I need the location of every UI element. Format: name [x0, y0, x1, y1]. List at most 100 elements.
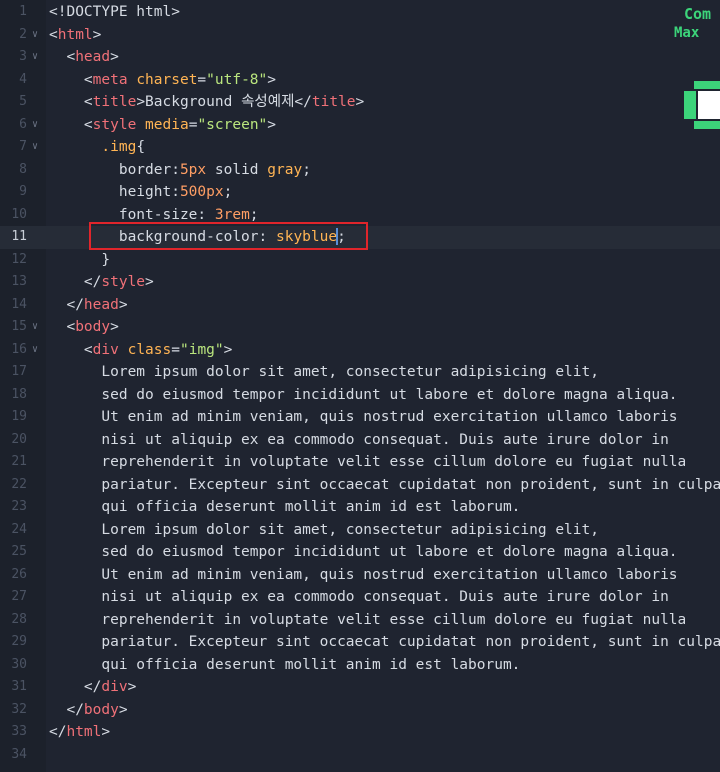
code-text[interactable]: pariatur. Excepteur sint occaecat cupida…: [49, 631, 720, 654]
code-line[interactable]: 15 ∨ <body>: [0, 316, 720, 339]
line-number: 25: [11, 544, 27, 559]
fold-chevron-icon[interactable]: ∨: [32, 316, 38, 339]
line-number: 12: [11, 251, 27, 267]
code-text[interactable]: <body>: [49, 316, 118, 339]
code-line[interactable]: 13 </style>: [0, 271, 720, 294]
code-line[interactable]: 2 ∨ <html>: [0, 24, 720, 47]
code-text[interactable]: </style>: [49, 271, 154, 294]
code-line[interactable]: 17 Lorem ipsum dolor sit amet, consectet…: [0, 361, 720, 384]
code-line[interactable]: 18 sed do eiusmod tempor incididunt ut l…: [0, 384, 720, 407]
line-number: 32: [11, 701, 27, 717]
line-number: 5: [19, 94, 27, 109]
code-line[interactable]: 12 }: [0, 249, 720, 272]
line-number: 22: [11, 476, 27, 492]
code-text[interactable]: sed do eiusmod tempor incididunt ut labo…: [49, 541, 677, 564]
code-line[interactable]: 21 reprehenderit in voluptate velit esse…: [0, 451, 720, 474]
line-number: 21: [11, 454, 27, 469]
line-number: 8: [19, 161, 27, 177]
fold-chevron-icon[interactable]: ∨: [32, 46, 38, 69]
code-line[interactable]: 9 height:500px;: [0, 181, 720, 204]
line-number: 33: [11, 724, 27, 739]
minimap-label-top: Com: [684, 5, 712, 23]
code-text[interactable]: <title>Background 속성예제</title>: [49, 91, 364, 114]
highlight-annotation-box: [89, 222, 368, 250]
code-line[interactable]: 31 </div>: [0, 676, 720, 699]
line-number: 34: [11, 746, 27, 762]
code-line[interactable]: 5 <title>Background 속성예제</title>: [0, 91, 720, 114]
code-line[interactable]: 29 pariatur. Excepteur sint occaecat cup…: [0, 631, 720, 654]
code-text[interactable]: qui officia deserunt mollit anim id est …: [49, 496, 520, 519]
line-number: 30: [11, 656, 27, 672]
code-line[interactable]: 1 <!DOCTYPE html>: [0, 1, 720, 24]
line-number: 29: [11, 634, 27, 649]
line-number: 9: [19, 184, 27, 199]
code-text[interactable]: <div class="img">: [49, 339, 232, 362]
fold-chevron-icon[interactable]: ∨: [32, 339, 38, 362]
line-number: 14: [11, 296, 27, 312]
code-text[interactable]: <html>: [49, 24, 101, 47]
code-line[interactable]: 20 nisi ut aliquip ex ea commodo consequ…: [0, 429, 720, 452]
code-line[interactable]: 30 qui officia deserunt mollit anim id e…: [0, 654, 720, 677]
code-text[interactable]: .img{: [49, 136, 145, 159]
code-text[interactable]: </html>: [49, 721, 110, 744]
code-line[interactable]: 26 Ut enim ad minim veniam, quis nostrud…: [0, 564, 720, 587]
code-text[interactable]: reprehenderit in voluptate velit esse ci…: [49, 451, 686, 474]
line-number: 26: [11, 566, 27, 582]
code-text[interactable]: height:500px;: [49, 181, 233, 204]
code-line[interactable]: 4 <meta charset="utf-8">: [0, 69, 720, 92]
code-line[interactable]: 6 ∨ <style media="screen">: [0, 114, 720, 137]
line-number: 28: [11, 611, 27, 627]
line-number: 23: [11, 499, 27, 514]
code-line[interactable]: 28 reprehenderit in voluptate velit esse…: [0, 609, 720, 632]
code-line[interactable]: 22 pariatur. Excepteur sint occaecat cup…: [0, 474, 720, 497]
code-text[interactable]: Lorem ipsum dolor sit amet, consectetur …: [49, 361, 599, 384]
line-number: 17: [11, 364, 27, 379]
line-number: 6: [19, 116, 27, 132]
code-line[interactable]: 14 </head>: [0, 294, 720, 317]
code-line[interactable]: 16 ∨ <div class="img">: [0, 339, 720, 362]
code-text[interactable]: qui officia deserunt mollit anim id est …: [49, 654, 520, 677]
line-number: 15: [11, 319, 27, 334]
code-text[interactable]: <style media="screen">: [49, 114, 276, 137]
code-line[interactable]: 27 nisi ut aliquip ex ea commodo consequ…: [0, 586, 720, 609]
fold-chevron-icon[interactable]: ∨: [32, 136, 38, 159]
code-line[interactable]: 19 Ut enim ad minim veniam, quis nostrud…: [0, 406, 720, 429]
line-number: 3: [19, 49, 27, 64]
code-line[interactable]: 33 </html>: [0, 721, 720, 744]
code-line[interactable]: 7 ∨ .img{: [0, 136, 720, 159]
code-text[interactable]: }: [49, 249, 110, 272]
code-text[interactable]: </div>: [49, 676, 136, 699]
code-text[interactable]: nisi ut aliquip ex ea commodo consequat.…: [49, 586, 668, 609]
line-number: 10: [11, 206, 27, 222]
code-line[interactable]: 23 qui officia deserunt mollit anim id e…: [0, 496, 720, 519]
line-number: 31: [11, 679, 27, 694]
minimap-glyph-icon: [684, 81, 720, 129]
line-number: 24: [11, 521, 27, 537]
line-number: 11: [11, 229, 27, 244]
fold-chevron-icon[interactable]: ∨: [32, 24, 38, 47]
code-line[interactable]: 32 </body>: [0, 699, 720, 722]
code-text[interactable]: <!DOCTYPE html>: [49, 1, 180, 24]
code-line[interactable]: 25 sed do eiusmod tempor incididunt ut l…: [0, 541, 720, 564]
code-text[interactable]: sed do eiusmod tempor incididunt ut labo…: [49, 384, 677, 407]
code-text[interactable]: border:5px solid gray;: [49, 159, 311, 182]
line-number: 18: [11, 386, 27, 402]
code-text[interactable]: Lorem ipsum dolor sit amet, consectetur …: [49, 519, 599, 542]
code-text[interactable]: <meta charset="utf-8">: [49, 69, 276, 92]
code-text[interactable]: reprehenderit in voluptate velit esse ci…: [49, 609, 686, 632]
code-text[interactable]: Ut enim ad minim veniam, quis nostrud ex…: [49, 406, 677, 429]
code-line[interactable]: 8 border:5px solid gray;: [0, 159, 720, 182]
code-text[interactable]: </head>: [49, 294, 127, 317]
line-number: 4: [19, 71, 27, 87]
code-text[interactable]: nisi ut aliquip ex ea commodo consequat.…: [49, 429, 668, 452]
code-text[interactable]: </body>: [49, 699, 127, 722]
code-line[interactable]: 34: [0, 744, 720, 767]
code-line[interactable]: 24 Lorem ipsum dolor sit amet, consectet…: [0, 519, 720, 542]
code-text[interactable]: <head>: [49, 46, 118, 69]
fold-chevron-icon[interactable]: ∨: [32, 114, 38, 137]
line-number: 19: [11, 409, 27, 424]
code-editor[interactable]: 1 <!DOCTYPE html> 2 ∨ <html> 3 ∨ <head> 4 <meta…: [0, 0, 720, 772]
code-text[interactable]: pariatur. Excepteur sint occaecat cupida…: [49, 474, 720, 497]
code-line[interactable]: 3 ∨ <head>: [0, 46, 720, 69]
code-text[interactable]: Ut enim ad minim veniam, quis nostrud ex…: [49, 564, 677, 587]
